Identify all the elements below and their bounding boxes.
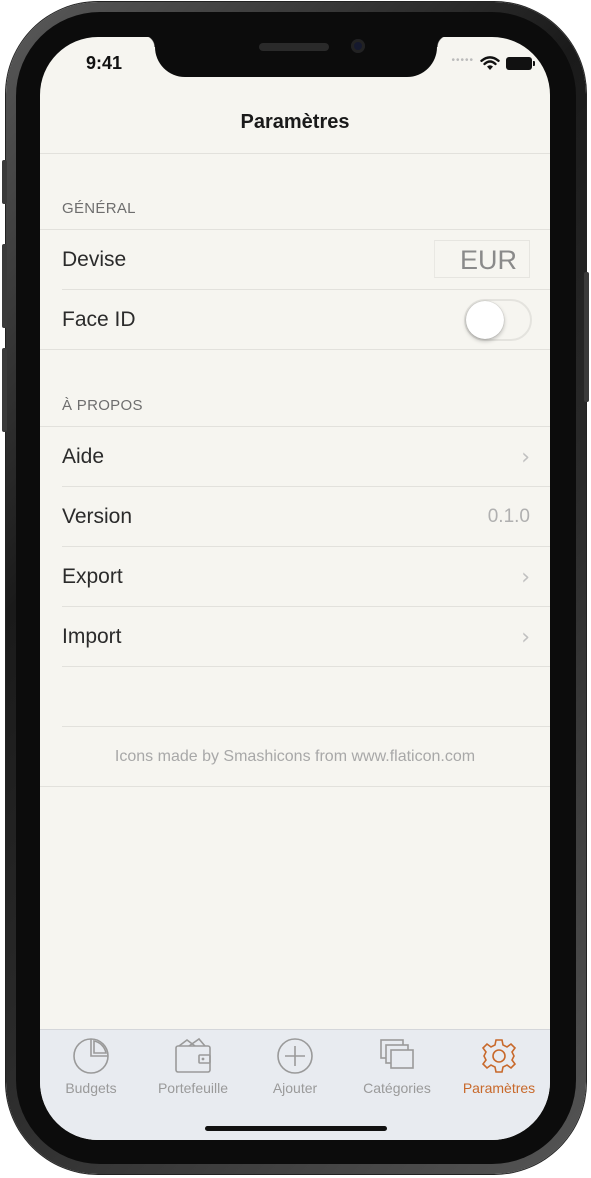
power-button [584, 272, 589, 402]
import-label: Import [62, 624, 122, 648]
chevron-right-icon: › [521, 444, 530, 470]
volume-up-button [2, 244, 7, 328]
section-header-general: GÉNÉRAL [62, 200, 136, 217]
import-row[interactable]: Import › [62, 606, 550, 666]
wifi-icon [480, 55, 500, 70]
speaker-grille [259, 43, 329, 51]
export-row[interactable]: Export › [62, 546, 550, 606]
tab-label: Ajouter [272, 1080, 318, 1096]
chevron-right-icon: › [521, 624, 530, 650]
tab-parametres[interactable]: Paramètres [448, 1036, 550, 1106]
volume-down-button [2, 348, 7, 432]
battery-icon [506, 56, 535, 70]
status-indicators: ••••• [451, 54, 535, 71]
version-label: Version [62, 504, 133, 528]
currency-label: Devise [62, 247, 127, 271]
tab-portefeuille[interactable]: Portefeuille [142, 1036, 244, 1106]
front-camera [351, 39, 365, 53]
help-row[interactable]: Aide › [40, 426, 550, 486]
faceid-row: Face ID [62, 289, 550, 349]
screen: 9:41 ••••• Paramètres GÉNÉRAL Devise EUR… [40, 37, 550, 1140]
home-indicator[interactable] [205, 1126, 387, 1131]
version-value: 0.1.0 [487, 506, 530, 527]
nav-divider [40, 153, 550, 154]
pie-chart-icon [73, 1038, 109, 1074]
signal-dots-icon: ••••• [451, 54, 474, 66]
tab-budgets[interactable]: Budgets [40, 1036, 142, 1106]
currency-row: Devise EUR [40, 229, 550, 289]
tab-label: Portefeuille [157, 1080, 229, 1096]
status-time: 9:41 [86, 53, 123, 73]
faceid-label: Face ID [62, 307, 136, 331]
toggle-knob [466, 301, 504, 339]
version-row: Version 0.1.0 [62, 486, 550, 546]
help-label: Aide [62, 444, 105, 468]
faceid-toggle[interactable] [464, 299, 532, 341]
tab-categories[interactable]: Catégories [346, 1036, 448, 1106]
add-circle-icon [277, 1038, 313, 1074]
credits-divider [40, 786, 550, 787]
chevron-right-icon: › [521, 564, 530, 590]
tab-label: Paramètres [462, 1080, 536, 1096]
tab-label: Catégories [363, 1080, 431, 1096]
page-title: Paramètres [240, 111, 350, 133]
section-header-about: À PROPOS [62, 397, 143, 414]
silent-switch [2, 160, 7, 204]
tab-label: Budgets [65, 1080, 117, 1096]
currency-input[interactable]: EUR [434, 240, 530, 278]
wallet-icon [175, 1037, 211, 1073]
tab-ajouter[interactable]: Ajouter [244, 1036, 346, 1106]
notch [143, 37, 449, 77]
section-divider [40, 349, 550, 350]
tab-bar: Budgets Portefeuille Ajouter Catégories … [40, 1029, 550, 1140]
gear-icon [481, 1039, 517, 1073]
stacked-cards-icon [380, 1039, 414, 1069]
credits-text: Icons made by Smashicons from www.flatic… [114, 748, 476, 765]
export-label: Export [62, 564, 123, 588]
empty-row [62, 666, 550, 726]
